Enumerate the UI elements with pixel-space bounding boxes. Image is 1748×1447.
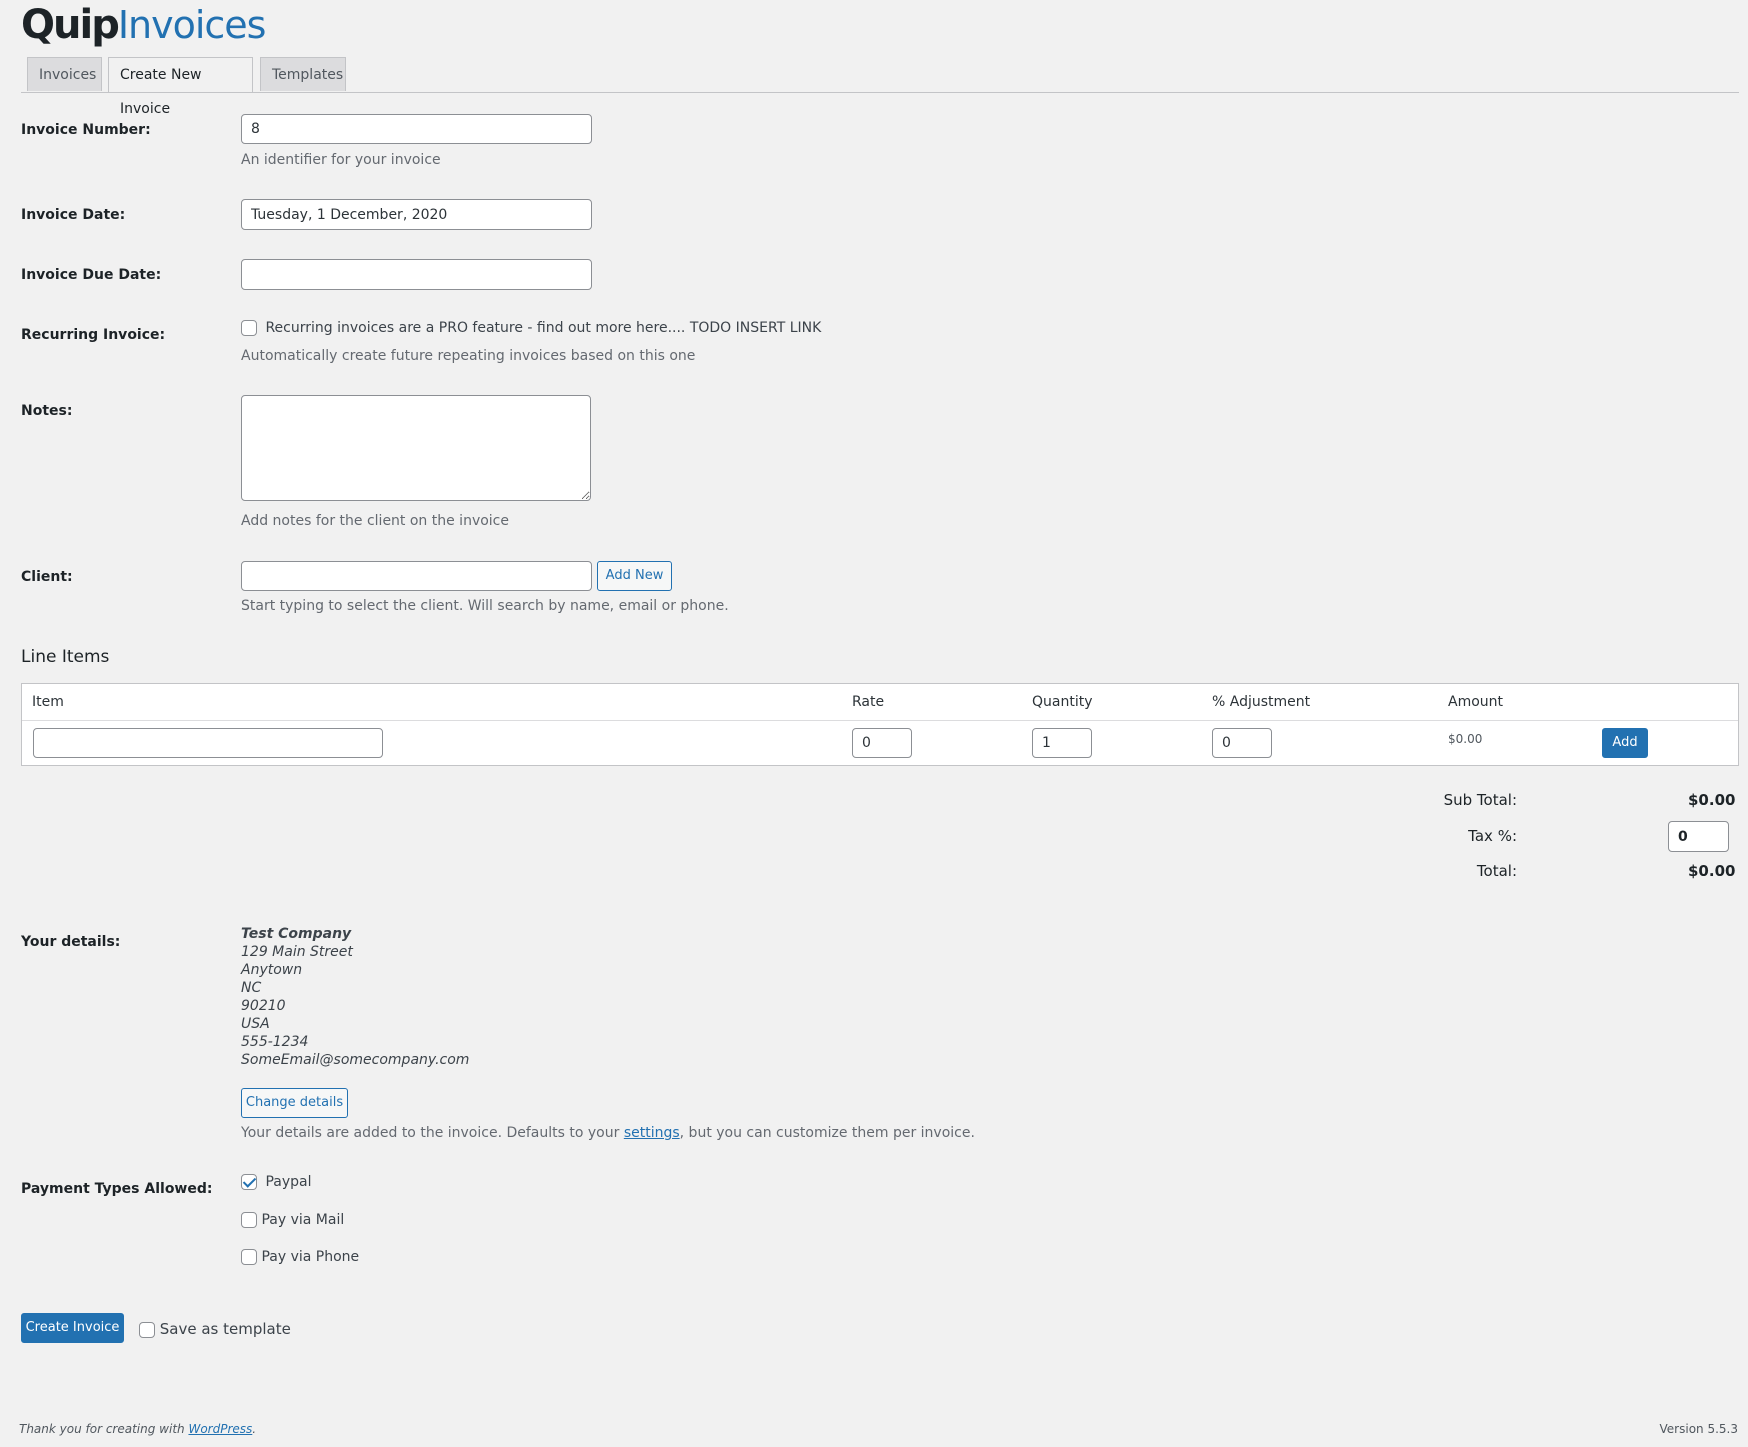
invoice-date-label: Invoice Date: bbox=[21, 207, 126, 223]
recurring-invoice-label: Recurring Invoice: bbox=[21, 327, 166, 343]
client-desc: Start typing to select the client. Will … bbox=[241, 598, 729, 614]
subtotal-value: $0.00 bbox=[1688, 791, 1736, 809]
payment-types-label: Payment Types Allowed: bbox=[21, 1181, 213, 1197]
payment-mail-row: Pay via Mail bbox=[241, 1212, 344, 1228]
recurring-checkbox-label: Recurring invoices are a PRO feature - f… bbox=[265, 320, 822, 336]
payment-paypal-row: Paypal bbox=[241, 1174, 312, 1190]
details-country: USA bbox=[241, 1016, 270, 1032]
tab-create-new-invoice[interactable]: Create New Invoice bbox=[108, 57, 253, 117]
pay-via-phone-checkbox[interactable] bbox=[241, 1249, 257, 1265]
paypal-checkbox[interactable] bbox=[241, 1174, 257, 1190]
logo-quip: Quip bbox=[21, 2, 120, 48]
pay-via-phone-label: Pay via Phone bbox=[261, 1249, 360, 1265]
details-desc: Your details are added to the invoice. D… bbox=[241, 1125, 975, 1141]
invoice-number-desc: An identifier for your invoice bbox=[241, 152, 441, 168]
amount-value: $0.00 bbox=[1448, 732, 1483, 746]
footer-version: Version 5.5.3 bbox=[1659, 1422, 1738, 1436]
tax-label: Tax %: bbox=[1468, 827, 1517, 845]
notes-label: Notes: bbox=[21, 403, 73, 419]
add-line-item-button[interactable]: Add bbox=[1602, 728, 1648, 758]
tabs-divider bbox=[21, 92, 1739, 93]
save-as-template-checkbox[interactable] bbox=[139, 1321, 155, 1338]
details-street: 129 Main Street bbox=[241, 944, 353, 960]
col-adjustment: % Adjustment bbox=[1212, 694, 1311, 710]
paypal-label: Paypal bbox=[265, 1174, 312, 1190]
tax-input[interactable] bbox=[1668, 821, 1729, 852]
recurring-desc: Automatically create future repeating in… bbox=[241, 348, 696, 364]
payment-phone-row: Pay via Phone bbox=[241, 1249, 359, 1265]
create-invoice-button[interactable]: Create Invoice bbox=[21, 1313, 124, 1343]
change-details-button[interactable]: Change details bbox=[241, 1088, 348, 1118]
settings-link[interactable]: settings bbox=[624, 1125, 680, 1141]
tab-templates[interactable]: Templates bbox=[260, 57, 346, 91]
footer-period: . bbox=[252, 1422, 257, 1436]
your-details-block: Test Company 129 Main Street Anytown NC … bbox=[241, 925, 469, 1069]
invoice-number-input[interactable] bbox=[241, 114, 592, 144]
details-desc-text-after: , but you can customize them per invoice… bbox=[679, 1125, 975, 1141]
details-company: Test Company bbox=[241, 926, 352, 942]
pay-via-mail-label: Pay via Mail bbox=[261, 1212, 345, 1228]
save-template-row: Save as template bbox=[139, 1320, 291, 1338]
col-rate: Rate bbox=[852, 694, 885, 710]
client-input[interactable] bbox=[241, 561, 592, 591]
details-city: Anytown bbox=[241, 962, 303, 978]
footer-thanks: Thank you for creating with WordPress. bbox=[19, 1422, 256, 1436]
col-amount: Amount bbox=[1448, 694, 1504, 710]
quip-invoices-logo: QuipInvoices bbox=[21, 2, 267, 48]
subtotal-label: Sub Total: bbox=[1443, 791, 1517, 809]
header-divider bbox=[22, 720, 1738, 721]
col-quantity: Quantity bbox=[1032, 694, 1093, 710]
your-details-label: Your details: bbox=[21, 934, 121, 950]
details-zip: 90210 bbox=[241, 998, 286, 1014]
invoice-date-input[interactable] bbox=[241, 199, 592, 230]
save-as-template-label: Save as template bbox=[159, 1320, 291, 1338]
invoice-number-label: Invoice Number: bbox=[21, 122, 151, 138]
invoice-due-date-label: Invoice Due Date: bbox=[21, 267, 162, 283]
line-items-table: Item Rate Quantity % Adjustment Amount $… bbox=[21, 683, 1739, 766]
wordpress-link[interactable]: WordPress bbox=[188, 1422, 252, 1436]
add-new-client-button[interactable]: Add New bbox=[597, 561, 672, 591]
notes-desc: Add notes for the client on the invoice bbox=[241, 513, 509, 529]
details-desc-text: Your details are added to the invoice. D… bbox=[241, 1125, 624, 1141]
client-label: Client: bbox=[21, 569, 73, 585]
total-label: Total: bbox=[1476, 862, 1517, 880]
footer-thanks-text: Thank you for creating with bbox=[19, 1422, 189, 1436]
quantity-input[interactable] bbox=[1032, 728, 1092, 758]
logo-invoices: Invoices bbox=[117, 3, 267, 47]
adjustment-input[interactable] bbox=[1212, 728, 1272, 758]
details-state: NC bbox=[241, 980, 262, 996]
details-phone: 555-1234 bbox=[241, 1034, 309, 1050]
recurring-checkbox-row: Recurring invoices are a PRO feature - f… bbox=[241, 320, 821, 336]
item-input[interactable] bbox=[33, 728, 383, 758]
recurring-checkbox[interactable] bbox=[241, 320, 257, 336]
rate-input[interactable] bbox=[852, 728, 912, 758]
total-value: $0.00 bbox=[1688, 862, 1736, 880]
notes-textarea[interactable] bbox=[241, 395, 591, 501]
tab-invoices[interactable]: Invoices bbox=[27, 57, 102, 91]
pay-via-mail-checkbox[interactable] bbox=[241, 1212, 257, 1228]
details-email: SomeEmail@somecompany.com bbox=[241, 1052, 470, 1068]
col-item: Item bbox=[32, 694, 64, 710]
line-items-title: Line Items bbox=[21, 647, 110, 667]
invoice-due-date-input[interactable] bbox=[241, 259, 592, 290]
